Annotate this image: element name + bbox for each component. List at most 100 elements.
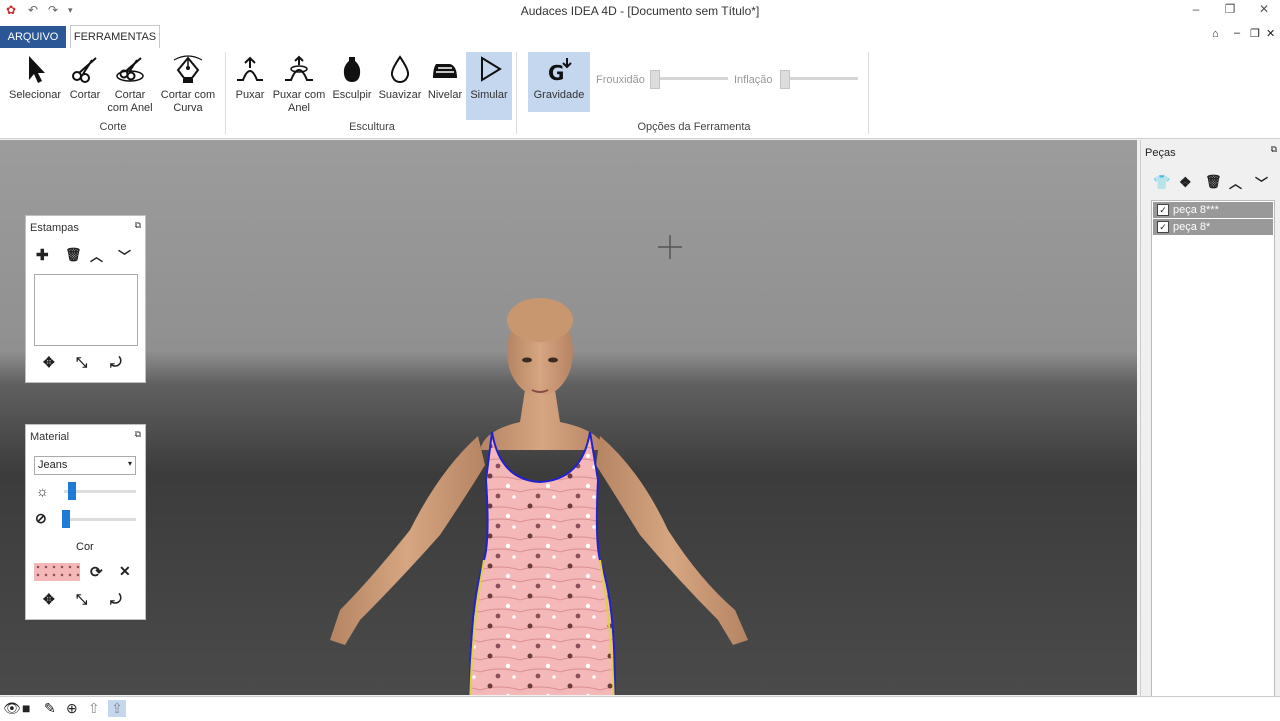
inflation-slider-thumb[interactable]: [780, 70, 790, 89]
close-icon[interactable]: ✕: [1254, 2, 1274, 16]
brightness-slider-thumb[interactable]: [68, 482, 76, 500]
scissors-ring-icon: [116, 57, 144, 82]
move-up-icon[interactable]: ︿: [1229, 173, 1242, 192]
list-item[interactable]: ✓ peça 8***: [1153, 202, 1273, 218]
tool-puxar-com-anel[interactable]: Puxar com Anel: [272, 54, 326, 115]
scale-texture-icon[interactable]: ⤡: [76, 591, 87, 608]
arrow-up-icon[interactable]: ⇧: [88, 700, 100, 717]
panel-dock-icon[interactable]: ⧉: [1271, 144, 1277, 155]
print-preview: [34, 274, 138, 346]
view-eye-icon[interactable]: 👁: [3, 700, 21, 717]
ribbon-separator: [225, 52, 226, 134]
tool-label: Suavizar: [378, 89, 422, 101]
panel-dock-icon[interactable]: ⧉: [135, 220, 141, 231]
tool-label: Esculpir: [332, 89, 372, 101]
material-select[interactable]: Jeans ▾: [34, 456, 136, 475]
dress-garment: [468, 431, 616, 695]
group-label-escultura: Escultura: [349, 121, 395, 133]
doc-restore-icon[interactable]: ❐: [1250, 27, 1260, 40]
estampas-panel: Estampas ⧉ ✚ 🗑 ︿ ﹀ ✥ ⤡ ⤾: [25, 215, 146, 383]
pecas-title: Peças: [1145, 147, 1176, 159]
move-up-icon[interactable]: ︿: [90, 246, 103, 265]
list-item[interactable]: ✓ peça 8*: [1153, 219, 1273, 235]
material-title: Material: [30, 431, 70, 443]
svg-text:G: G: [548, 61, 564, 84]
ribbon: Selecionar Cortar Cortar com Anel Cortar…: [0, 48, 1280, 139]
tool-puxar[interactable]: Puxar: [232, 54, 268, 102]
add-piece-icon[interactable]: 👕: [1153, 174, 1170, 191]
tab-arquivo[interactable]: ARQUIVO: [0, 26, 66, 48]
remove-icon[interactable]: ✕: [119, 563, 131, 580]
brightness-icon: ☼: [36, 483, 49, 499]
vase-icon: [343, 57, 361, 82]
tool-simular[interactable]: Simular: [466, 52, 512, 120]
add-print-icon[interactable]: ✚: [36, 246, 49, 264]
globe-icon[interactable]: ⊕: [66, 700, 78, 717]
material-panel: Material ⧉ Jeans ▾ ☼ ⊘ Cor ⟳ ✕ ✥ ⤡ ⤾: [25, 424, 146, 620]
collapse-ribbon-icon[interactable]: ⌂: [1212, 28, 1219, 40]
move-down-icon[interactable]: ﹀: [118, 246, 131, 265]
checkbox[interactable]: ✓: [1157, 221, 1169, 233]
transparency-slider[interactable]: [62, 510, 136, 528]
delete-piece-icon[interactable]: 🗑: [1205, 174, 1222, 190]
3d-viewport[interactable]: Estampas ⧉ ✚ 🗑 ︿ ﹀ ✥ ⤡ ⤾ Material ⧉ Jean…: [0, 140, 1137, 695]
tool-nivelar[interactable]: Nivelar: [426, 54, 464, 102]
estampas-title: Estampas: [30, 222, 79, 234]
doc-minimize-icon[interactable]: –: [1234, 27, 1240, 39]
rotate-print-icon[interactable]: ⤾: [110, 354, 122, 371]
pull-icon: [237, 56, 263, 81]
window-title: Audaces IDEA 4D - [Documento sem Título*…: [520, 4, 760, 18]
transparency-slider-thumb[interactable]: [62, 510, 70, 528]
chevron-down-icon: ▾: [127, 459, 132, 468]
tool-label: Simular: [470, 89, 508, 101]
tab-ferramentas[interactable]: FERRAMENTAS: [70, 25, 160, 49]
slack-slider-thumb[interactable]: [650, 70, 660, 89]
minimize-icon[interactable]: –: [1186, 2, 1206, 16]
brightness-slider[interactable]: [64, 482, 136, 500]
tool-label: Gravidade: [533, 89, 585, 101]
tool-selecionar[interactable]: Selecionar: [6, 54, 64, 102]
gravity-button[interactable]: G Gravidade: [528, 52, 590, 112]
move-print-icon[interactable]: ✥: [43, 354, 55, 371]
tool-cortar[interactable]: Cortar: [66, 54, 104, 102]
tool-cortar-com-curva[interactable]: Cortar com Curva: [158, 54, 218, 115]
color-swatch[interactable]: [34, 563, 80, 581]
title-bar: ✿ ↶ ↷ ▾ Audaces IDEA 4D - [Documento sem…: [0, 0, 1280, 22]
tool-label: Cortar com Anel: [107, 89, 153, 114]
inflation-slider[interactable]: [780, 70, 858, 89]
tool-label: Cortar: [69, 89, 101, 101]
slack-label: Frouxidão: [596, 74, 645, 86]
checkbox[interactable]: ✓: [1157, 204, 1169, 216]
tool-label: Puxar com Anel: [272, 89, 326, 114]
tool-esculpir[interactable]: Esculpir: [330, 54, 374, 102]
move-texture-icon[interactable]: ✥: [43, 591, 55, 608]
piece-label: peça 8*: [1173, 221, 1211, 233]
doc-close-icon[interactable]: ✕: [1266, 27, 1275, 40]
iron-icon: [433, 64, 457, 78]
refresh-icon[interactable]: ⟳: [90, 563, 103, 581]
gravity-icon: G: [548, 58, 572, 84]
pieces-list: ✓ peça 8*** ✓ peça 8*: [1151, 200, 1275, 712]
color-label: Cor: [76, 541, 94, 553]
delete-print-icon[interactable]: 🗑: [65, 247, 82, 263]
pieces-icon[interactable]: ❖: [1179, 174, 1192, 191]
cursor-icon: [29, 56, 45, 83]
slack-slider[interactable]: [650, 70, 728, 89]
move-down-icon[interactable]: ﹀: [1255, 173, 1268, 192]
tool-label: Cortar com Curva: [160, 89, 216, 114]
restore-icon[interactable]: ❐: [1220, 2, 1240, 16]
scene-canvas: [0, 235, 1137, 695]
pen-curve-icon: [173, 55, 203, 83]
pencil-icon[interactable]: ✎: [44, 700, 56, 717]
camera-icon[interactable]: ■: [22, 700, 30, 716]
panel-dock-icon[interactable]: ⧉: [135, 429, 141, 440]
scale-print-icon[interactable]: ⤡: [76, 354, 87, 371]
group-label-opcoes: Opções da Ferramenta: [637, 121, 751, 133]
rotate-texture-icon[interactable]: ⤾: [110, 591, 122, 608]
ribbon-separator: [516, 52, 517, 134]
tool-suavizar[interactable]: Suavizar: [377, 54, 423, 102]
avatar-figure: [330, 298, 748, 695]
piece-label: peça 8***: [1173, 204, 1219, 216]
tool-cortar-com-anel[interactable]: Cortar com Anel: [106, 54, 154, 115]
gravity-toggle-icon[interactable]: ⇪: [108, 700, 126, 717]
